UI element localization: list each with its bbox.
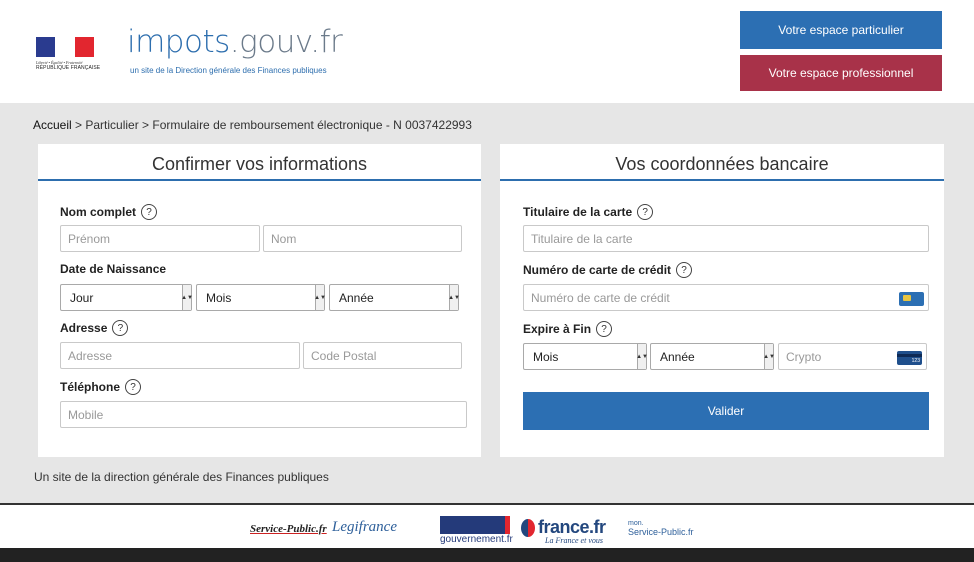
dropdown-arrow-icon: ▲▼ bbox=[636, 344, 648, 369]
republique-francaise-logo[interactable]: Liberté • Égalité • Fraternité RÉPUBLIQU… bbox=[36, 37, 101, 73]
numero-carte-placeholder: Numéro de carte de crédit bbox=[531, 290, 670, 305]
titulaire-label-text: Titulaire de la carte bbox=[523, 205, 633, 219]
france-fr-text: france.fr bbox=[538, 517, 606, 537]
titulaire-input[interactable]: Titulaire de la carte bbox=[523, 225, 929, 252]
expire-label-text: Expire à Fin bbox=[523, 322, 592, 336]
france-fr-logo[interactable]: france.fr La France et vous bbox=[521, 517, 606, 545]
jour-select[interactable]: Jour ▲▼ bbox=[60, 284, 193, 311]
personal-info-title: Confirmer vos informations bbox=[38, 144, 481, 181]
prenom-input[interactable]: Prénom bbox=[60, 225, 260, 252]
dropdown-arrow-icon: ▲▼ bbox=[181, 285, 193, 310]
nom-complet-label: Nom complet ? bbox=[60, 204, 158, 220]
expire-mois-select[interactable]: Mois ▲▼ bbox=[523, 343, 648, 370]
numero-carte-label-text: Numéro de carte de crédit bbox=[523, 263, 672, 277]
help-icon[interactable]: ? bbox=[141, 204, 158, 220]
espace-professionnel-button[interactable]: Votre espace professionnel bbox=[740, 55, 942, 91]
impots-logo[interactable]: impots.gouv.fr bbox=[127, 24, 343, 60]
crypto-input[interactable]: Crypto 123 bbox=[778, 343, 927, 370]
brand-subtitle: un site de la Direction générale des Fin… bbox=[130, 66, 327, 75]
mobile-input[interactable]: Mobile bbox=[60, 401, 467, 428]
adresse-input[interactable]: Adresse bbox=[60, 342, 300, 369]
footnote: Un site de la direction générale des Fin… bbox=[34, 470, 329, 484]
nom-complet-label-text: Nom complet bbox=[60, 205, 137, 219]
legifrance-logo[interactable]: Legifrance bbox=[332, 519, 397, 536]
gouvernement-logo[interactable]: gouvernement.fr bbox=[440, 516, 513, 546]
help-icon[interactable]: ? bbox=[125, 379, 142, 395]
site-header: Liberté • Égalité • Fraternité RÉPUBLIQU… bbox=[0, 0, 974, 103]
help-icon[interactable]: ? bbox=[112, 320, 129, 336]
personal-info-panel: Confirmer vos informations Nom complet ?… bbox=[38, 144, 481, 457]
dropdown-arrow-icon: ▲▼ bbox=[448, 285, 460, 310]
adresse-label: Adresse ? bbox=[60, 320, 129, 336]
mon-service-public-logo[interactable]: mon. Service-Public.fr bbox=[628, 520, 694, 537]
france-fr-subtitle: La France et vous bbox=[545, 536, 603, 545]
gouvernement-text: gouvernement.fr bbox=[440, 534, 513, 545]
dropdown-arrow-icon: ▲▼ bbox=[314, 285, 326, 310]
code-postal-input[interactable]: Code Postal bbox=[303, 342, 462, 369]
bank-info-panel: Vos coordonnées bancaire Titulaire de la… bbox=[500, 144, 944, 457]
expire-label: Expire à Fin ? bbox=[523, 321, 613, 337]
cvv-card-icon: 123 bbox=[897, 351, 922, 365]
adresse-label-text: Adresse bbox=[60, 321, 108, 335]
naissance-label: Date de Naissance bbox=[60, 262, 166, 276]
partner-footer: Service-Public.fr Legifrance gouvernemen… bbox=[0, 503, 974, 548]
bank-info-title: Vos coordonnées bancaire bbox=[500, 144, 944, 181]
gov-logo-name: RÉPUBLIQUE FRANÇAISE bbox=[36, 65, 101, 71]
bottom-bar bbox=[0, 548, 974, 562]
help-icon[interactable]: ? bbox=[637, 204, 654, 220]
telephone-label: Téléphone ? bbox=[60, 379, 142, 395]
titulaire-label: Titulaire de la carte ? bbox=[523, 204, 654, 220]
mois-select-value: Mois bbox=[206, 290, 232, 305]
mon-sp-main: Service-Public.fr bbox=[628, 527, 694, 537]
telephone-label-text: Téléphone bbox=[60, 380, 121, 394]
valider-button[interactable]: Valider bbox=[523, 392, 929, 430]
numero-carte-input[interactable]: Numéro de carte de crédit bbox=[523, 284, 929, 311]
crypto-placeholder: Crypto bbox=[786, 349, 822, 364]
cvv-icon-text: 123 bbox=[911, 358, 920, 364]
help-icon[interactable]: ? bbox=[676, 262, 693, 278]
nom-input[interactable]: Nom bbox=[263, 225, 462, 252]
mois-select[interactable]: Mois ▲▼ bbox=[196, 284, 326, 311]
espace-particulier-button[interactable]: Votre espace particulier bbox=[740, 11, 942, 49]
dropdown-arrow-icon: ▲▼ bbox=[763, 344, 775, 369]
annee-select-value: Année bbox=[339, 290, 374, 305]
jour-select-value: Jour bbox=[70, 290, 94, 305]
help-icon[interactable]: ? bbox=[596, 321, 613, 337]
naissance-label-text: Date de Naissance bbox=[60, 262, 167, 276]
annee-select[interactable]: Année ▲▼ bbox=[329, 284, 460, 311]
breadcrumb: Accueil > Particulier > Formulaire de re… bbox=[33, 118, 472, 132]
expire-annee-value: Année bbox=[660, 349, 695, 364]
breadcrumb-path: > Particulier > Formulaire de remboursem… bbox=[71, 118, 472, 132]
france-fr-emblem-icon bbox=[521, 518, 535, 537]
expire-annee-select[interactable]: Année ▲▼ bbox=[650, 343, 775, 370]
mon-sp-top: mon. bbox=[628, 520, 644, 527]
brand-main: impots bbox=[127, 24, 230, 60]
credit-card-icon bbox=[899, 292, 924, 306]
gouvernement-emblem-icon bbox=[440, 516, 510, 534]
brand-domain: .gouv.fr bbox=[229, 24, 343, 60]
breadcrumb-home-link[interactable]: Accueil bbox=[33, 118, 72, 132]
expire-mois-value: Mois bbox=[533, 349, 559, 364]
numero-carte-label: Numéro de carte de crédit ? bbox=[523, 262, 693, 278]
marianne-flag-icon bbox=[36, 37, 94, 57]
service-public-logo[interactable]: Service-Public.fr bbox=[250, 523, 327, 535]
